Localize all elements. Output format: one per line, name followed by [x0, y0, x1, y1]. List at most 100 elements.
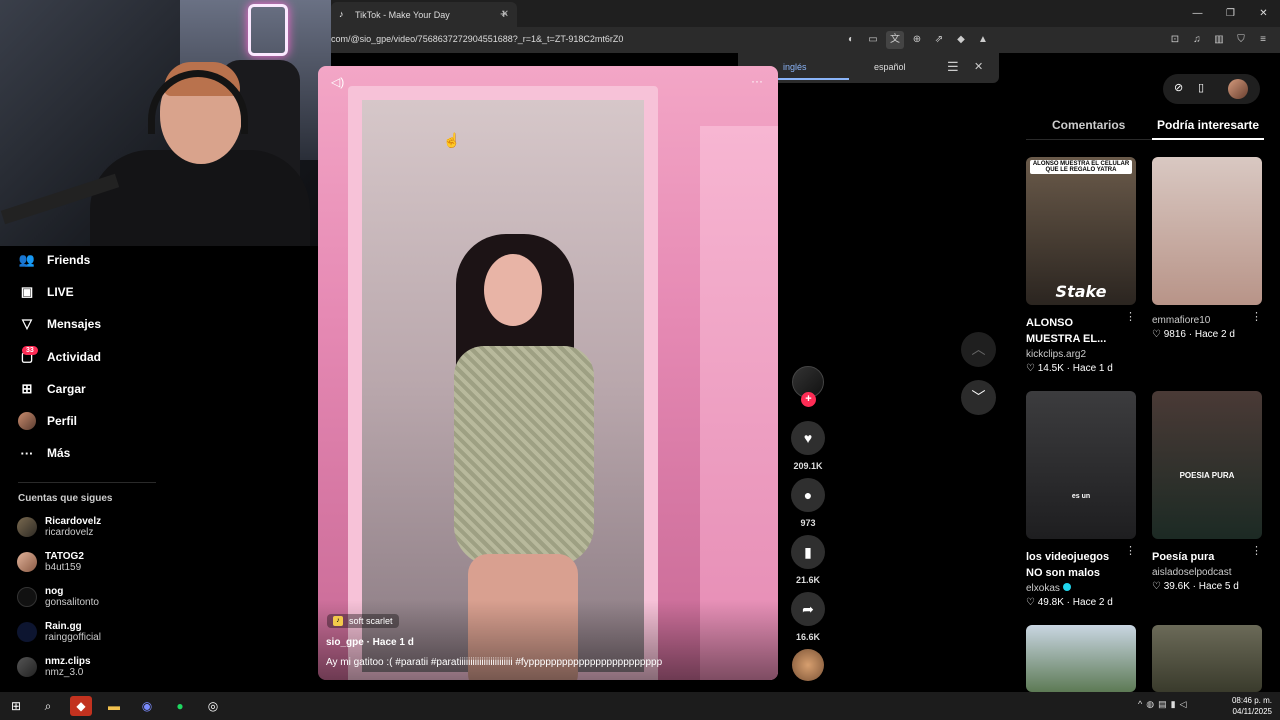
card-meta: ♡ 14.5K · Hace 1 d — [1026, 363, 1113, 374]
card-more-icon[interactable]: ⋮ — [1125, 310, 1136, 323]
target-language-tab[interactable]: español — [874, 62, 906, 72]
screenshot-icon[interactable]: ⊡ — [1166, 31, 1184, 49]
sound-tag[interactable]: ♪ soft scarlet — [327, 614, 399, 628]
screen: ♪ TikTok - Make Your Day ✕ + — ❐ ✕ com/@… — [0, 0, 1280, 720]
sidebar-item-messages[interactable]: ▽ Mensajes — [18, 312, 101, 336]
friends-icon: 👥 — [18, 252, 36, 267]
url-field[interactable]: com/@sio_gpe/video/7568637272904551688?_… — [331, 34, 623, 44]
system-clock[interactable]: 08:46 p. m. 04/11/2025 — [1232, 695, 1272, 717]
translate-icon[interactable]: 文 — [886, 31, 904, 49]
following-item[interactable]: TATOG2 b4ut159 — [17, 551, 84, 573]
messages-icon: ▽ — [22, 316, 32, 331]
like-button[interactable]: ♥ 209.1K — [791, 421, 825, 471]
sidebar-item-live[interactable]: ▣ LIVE — [18, 280, 74, 304]
windows-start-icon[interactable]: ⊞ — [5, 696, 27, 716]
card-more-icon[interactable]: ⋮ — [1125, 544, 1136, 557]
card-likes: 49.8K — [1037, 597, 1064, 608]
volume-icon[interactable]: ◁ — [1180, 699, 1187, 710]
heart-outline-icon: ♡ — [1152, 329, 1161, 340]
media-icon[interactable]: ♫ — [1188, 31, 1206, 49]
discord-icon[interactable]: ◉ — [136, 696, 158, 716]
search-icon[interactable]: ⌕ — [37, 696, 59, 716]
follow-button[interactable]: + — [801, 392, 816, 407]
phone-icon[interactable]: ▯ — [1198, 81, 1204, 94]
card-more-icon[interactable]: ⋮ — [1251, 310, 1262, 323]
video-frame-shelf — [700, 126, 778, 680]
obs-icon[interactable]: ◎ — [202, 696, 224, 716]
card-title: ALONSO MUESTRA EL... — [1026, 317, 1107, 345]
share-icon[interactable]: ⇗ — [930, 31, 948, 49]
recommended-video-card[interactable]: ALONSO MUESTRA EL CELULAR QUE LE REGALO … — [1026, 157, 1138, 374]
sidebar-item-more[interactable]: ··· Más — [18, 441, 71, 465]
minimize-button[interactable]: — — [1181, 0, 1214, 27]
sidebar-icon[interactable]: ▥ — [1210, 31, 1228, 49]
tab-recommended[interactable]: Podría interesarte — [1157, 118, 1259, 132]
brave-shield-icon[interactable]: ◆ — [952, 31, 970, 49]
share-button[interactable]: ➦ 16.6K — [791, 592, 825, 642]
avatar[interactable] — [1228, 79, 1248, 99]
tab-title: TikTok - Make Your Day — [355, 9, 450, 20]
video-thumbnail[interactable]: POESIA PURA — [1152, 391, 1262, 539]
save-button[interactable]: ▮ 21.6K — [791, 535, 825, 585]
sidebar-item-label: Mensajes — [47, 317, 102, 331]
more-options-icon[interactable]: ··· — [751, 74, 763, 88]
video-thumbnail[interactable] — [1152, 157, 1262, 305]
file-explorer-icon[interactable]: ▬ — [103, 696, 125, 716]
heart-icon: ♥ — [791, 421, 825, 455]
close-window-button[interactable]: ✕ — [1247, 0, 1280, 27]
chevron-up-icon[interactable]: ^ — [1138, 699, 1142, 710]
comment-button[interactable]: ● 973 — [791, 478, 825, 528]
menu-icon[interactable]: ≡ — [1254, 31, 1272, 49]
sidebar-item-label: LIVE — [47, 285, 74, 299]
spotify-icon[interactable]: ● — [169, 696, 191, 716]
sidebar-item-upload[interactable]: ⊞ Cargar — [18, 377, 86, 401]
vpn-icon[interactable]: ⛉ — [1232, 31, 1250, 49]
following-item[interactable]: Rain.gg rainggofficial — [17, 621, 101, 643]
upload-icon: ⊞ — [21, 381, 33, 396]
bookmark-icon: ▮ — [791, 535, 825, 569]
translate-options-icon[interactable]: ☰ — [947, 59, 959, 75]
recommended-video-card[interactable]: ⋮ emmafiore10 ♡ 9816 · Hace 2 d — [1152, 157, 1264, 340]
recommended-video-card[interactable]: es un ⋮ los videojuegos NO son malos elx… — [1026, 391, 1138, 608]
network-icon[interactable]: ▤ — [1158, 699, 1167, 710]
video-thumbnail[interactable] — [1152, 625, 1262, 692]
windows-taskbar: ⊞ ⌕ ◆ ▬ ◉ ● ◎ ^ ◍ ▤ ▮ ◁ 08:46 p. m. 04/1… — [0, 692, 1280, 720]
following-user: nmz_3.0 — [45, 667, 84, 678]
streamer-body — [90, 150, 310, 246]
video-author[interactable]: sio_gpe · Hace 1 d — [326, 637, 414, 648]
recommended-video-card[interactable]: POESIA PURA ⋮ Poesía pura aisladoselpodc… — [1152, 391, 1264, 592]
close-icon[interactable]: ✕ — [974, 60, 983, 73]
new-tab-button[interactable]: + — [500, 6, 508, 21]
source-language-tab[interactable]: inglés — [783, 62, 807, 72]
tracking-icon[interactable]: ◐ — [842, 31, 860, 49]
next-video-button[interactable]: ﹀ — [961, 380, 996, 415]
rewards-icon[interactable]: ▲ — [974, 31, 992, 49]
system-tray: ^ ◍ ▤ ▮ ◁ — [1138, 699, 1186, 710]
volume-icon[interactable]: ◁) — [331, 75, 344, 89]
sidebar-item-friends[interactable]: 👥 Friends — [18, 248, 90, 272]
following-item[interactable]: Ricardovelz ricardovelz — [17, 516, 101, 538]
mic-icon[interactable]: ▮ — [1171, 699, 1176, 710]
tab-comments[interactable]: Comentarios — [1052, 118, 1125, 132]
recommended-video-card[interactable] — [1026, 625, 1138, 692]
zoom-icon[interactable]: ⊕ — [908, 31, 926, 49]
video-thumbnail[interactable]: es un — [1026, 391, 1136, 539]
card-more-icon[interactable]: ⋮ — [1251, 544, 1262, 557]
video-thumbnail[interactable] — [1026, 625, 1136, 692]
card-user: kickclips.arg2 — [1026, 349, 1087, 360]
sidebar-item-profile[interactable]: Perfil — [18, 409, 77, 433]
video-player[interactable]: ♪ soft scarlet sio_gpe · Hace 1 d Ay mi … — [318, 66, 778, 680]
following-item[interactable]: nog gonsalitonto — [17, 586, 99, 608]
url-actions: ◐ ▭ 文 ⊕ ⇗ ◆ ▲ — [842, 31, 992, 49]
video-thumbnail[interactable]: ALONSO MUESTRA EL CELULAR QUE LE REGALO … — [1026, 157, 1136, 305]
cast-icon[interactable]: ▭ — [864, 31, 882, 49]
restore-button[interactable]: ❐ — [1214, 0, 1247, 27]
recommended-video-card[interactable] — [1152, 625, 1264, 692]
brave-browser-icon[interactable]: ◆ — [70, 696, 92, 716]
steam-icon[interactable]: ◍ — [1146, 699, 1154, 710]
music-disc[interactable] — [792, 649, 824, 681]
following-item[interactable]: nmz.clips nmz_3.0 — [17, 656, 91, 678]
compass-icon[interactable]: ⊘ — [1174, 81, 1183, 94]
browser-tab[interactable]: ♪ TikTok - Make Your Day ✕ — [331, 2, 517, 27]
previous-video-button[interactable]: ︿ — [961, 332, 996, 367]
